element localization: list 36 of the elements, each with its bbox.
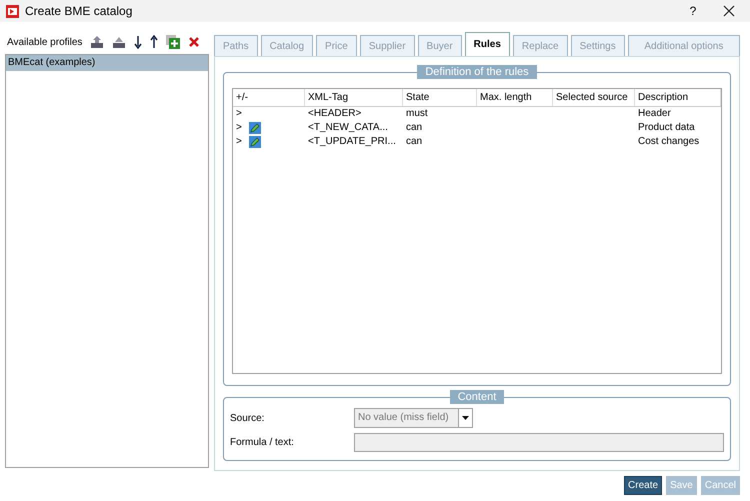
tab[interactable]: Rules: [464, 32, 510, 56]
table-cell-text: can: [405, 135, 424, 149]
expander[interactable]: >: [236, 135, 242, 149]
expander[interactable]: >: [236, 121, 242, 135]
source-label: Source:: [230, 412, 266, 426]
app-icon: [6, 4, 19, 18]
expander[interactable]: >: [236, 107, 242, 121]
table-cell-text: can: [405, 121, 424, 135]
group-title: Definition of the rules: [417, 65, 537, 79]
add-icon[interactable]: [166, 35, 180, 49]
column-header[interactable]: Max. length: [477, 89, 553, 106]
tray-up-icon[interactable]: [90, 35, 104, 49]
dropdown-arrow-icon: [462, 416, 469, 420]
column-header[interactable]: State: [403, 89, 477, 106]
table-cell-text: <T_NEW_CATA...: [307, 121, 389, 135]
column-header[interactable]: XML-Tag: [305, 89, 403, 106]
column-header[interactable]: +/-: [233, 89, 305, 106]
column-header[interactable]: Selected source: [553, 89, 635, 106]
column-header[interactable]: Description: [635, 89, 721, 106]
window-title: Create BME catalog: [25, 3, 132, 20]
profiles-label: Available profiles: [7, 36, 82, 50]
table-cell-text: <HEADER>: [307, 107, 362, 121]
arrow-up-icon[interactable]: [150, 35, 158, 49]
table-cell-text: must: [405, 107, 429, 121]
table-cell-text: Cost changes: [637, 135, 700, 149]
formula-label: Formula / text:: [230, 436, 295, 450]
table-cell-text: <T_UPDATE_PRI...: [307, 135, 397, 149]
delete-icon[interactable]: [188, 36, 200, 48]
profile-item[interactable]: BMEcat (examples): [6, 55, 208, 71]
table-cell-text: Product data: [637, 121, 696, 135]
dialog-button[interactable]: Create: [624, 476, 662, 495]
tray-icon[interactable]: [112, 35, 126, 49]
group-title: Content: [450, 390, 504, 404]
table-cell-text: Header: [637, 107, 672, 121]
help-button[interactable]: ?: [678, 2, 708, 20]
arrow-down-icon[interactable]: [134, 35, 142, 49]
